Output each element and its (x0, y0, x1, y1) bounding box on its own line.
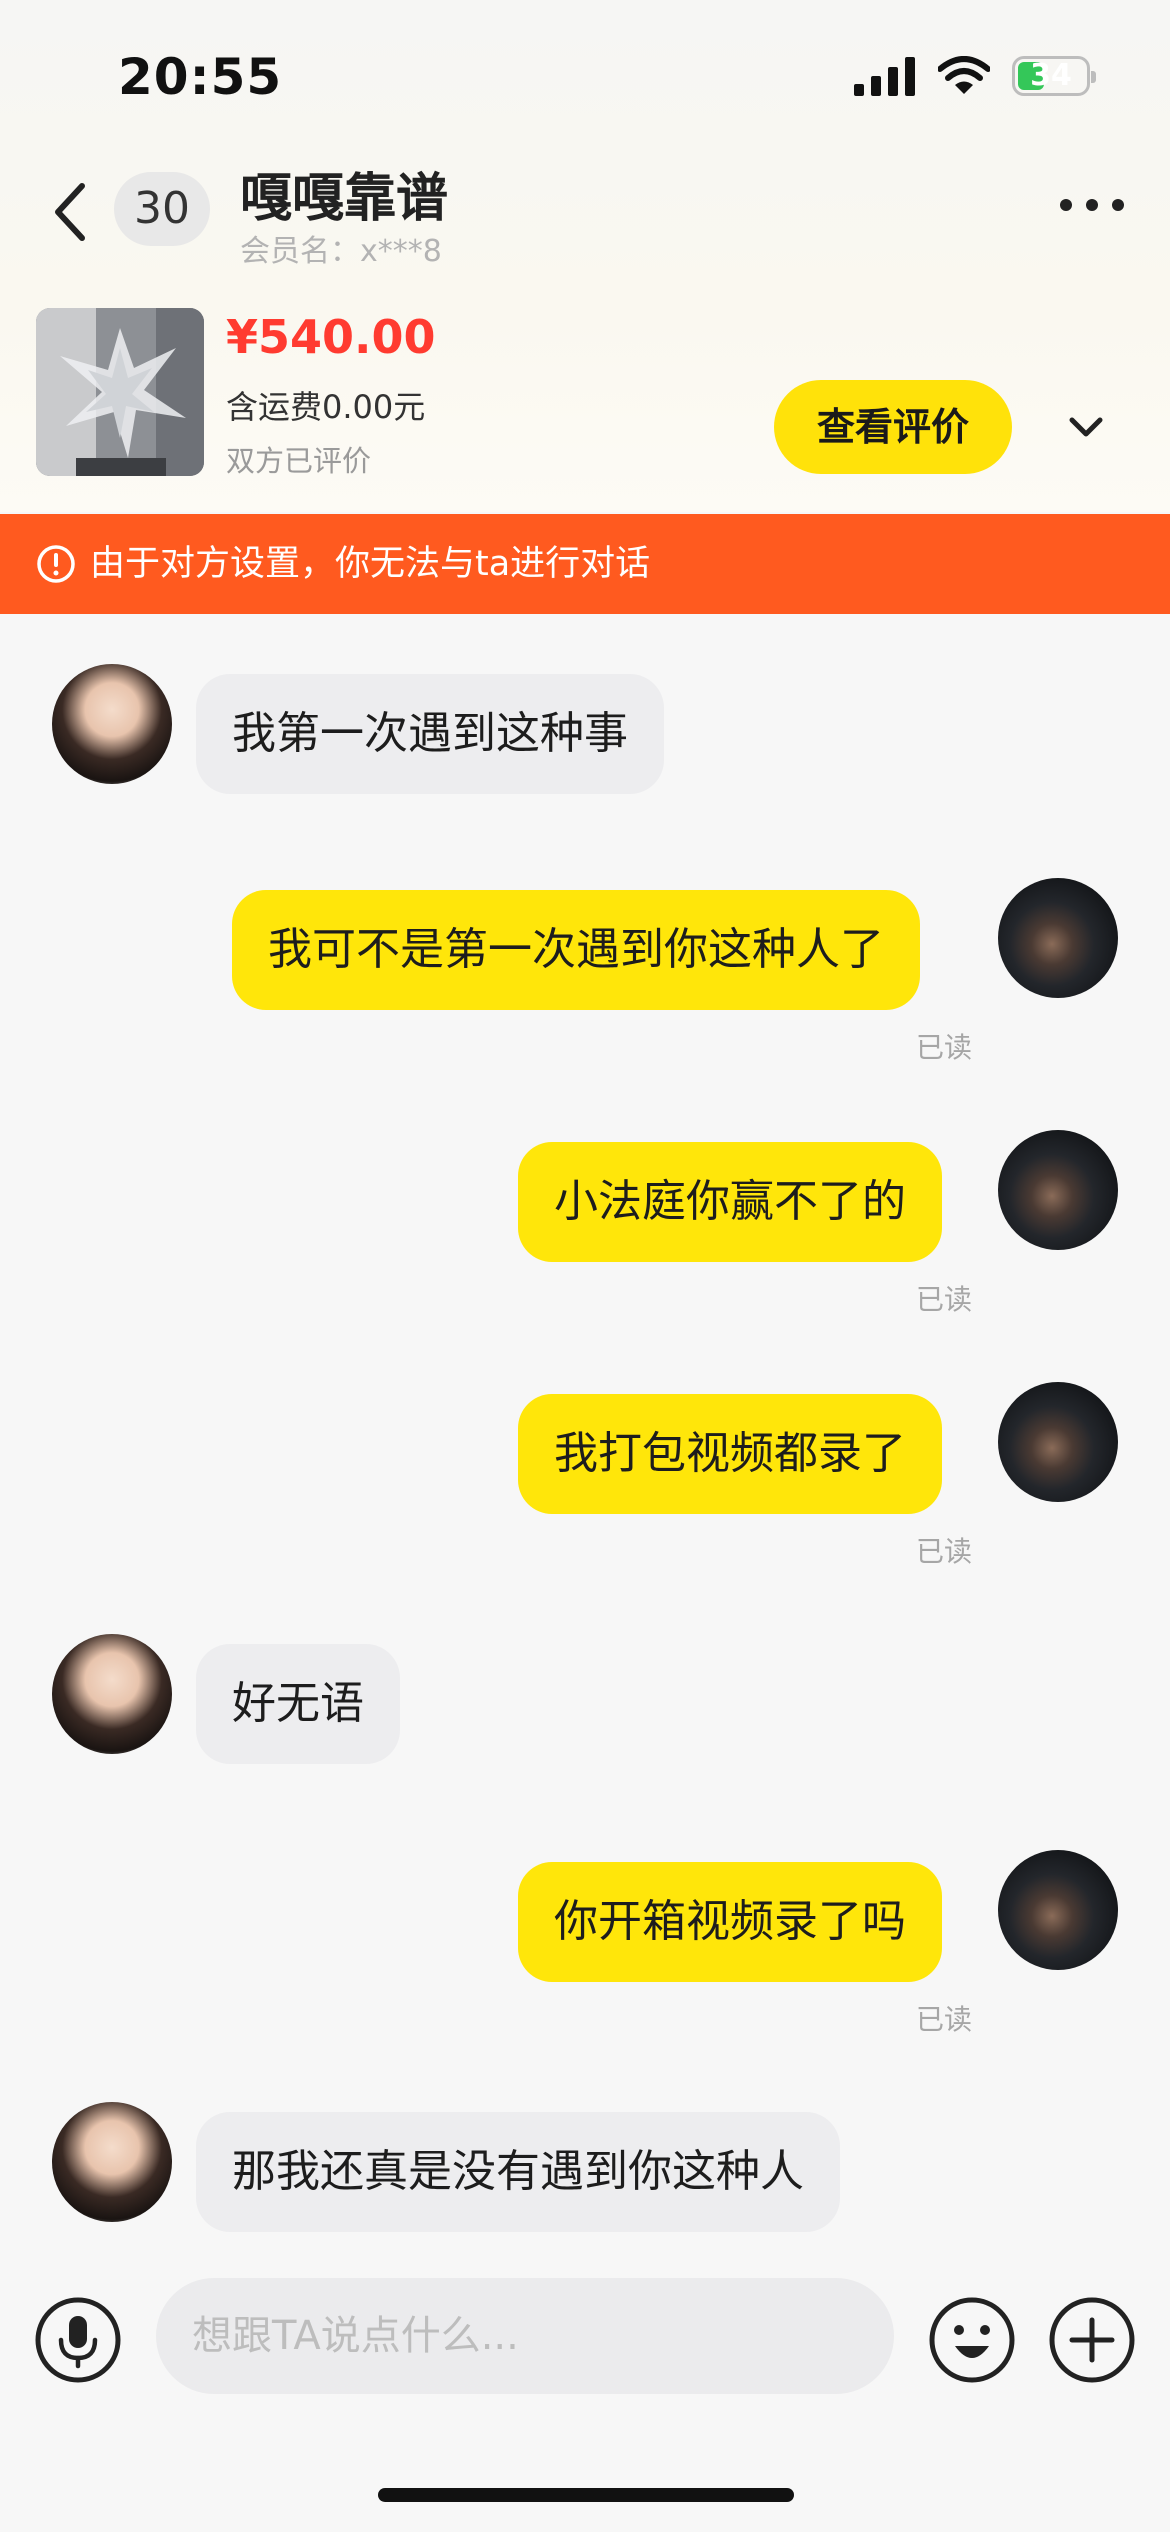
status-icons: 34 (854, 56, 1096, 96)
wifi-icon (938, 56, 990, 94)
message-bubble[interactable]: 那我还真是没有遇到你这种人 (196, 2112, 840, 2232)
status-time: 20:55 (118, 48, 283, 106)
contact-name: 嘎嘎靠谱 (240, 169, 449, 229)
message-list[interactable]: 我第一次遇到这种事 我可不是第一次遇到你这种人了 已读 小法庭你赢不了的 已读 … (0, 614, 1170, 2264)
member-label: 会员名： (240, 234, 360, 269)
home-indicator (378, 2488, 794, 2502)
review-status: 双方已评价 (226, 444, 372, 478)
view-review-button[interactable]: 查看评价 (774, 380, 1012, 474)
product-figure-image (36, 308, 204, 476)
back-arrow-icon[interactable] (46, 178, 94, 246)
chevron-down-icon[interactable] (1066, 412, 1106, 442)
chat-header: 30 嘎嘎靠谱 会员名：x***8 (0, 150, 1170, 280)
member-id: x***8 (360, 234, 442, 269)
user-avatar[interactable] (998, 1850, 1118, 1970)
more-dots-icon[interactable] (1060, 190, 1124, 220)
smiley-icon[interactable] (928, 2296, 1016, 2384)
warning-banner: 由于对方设置，你无法与ta进行对话 (0, 514, 1170, 614)
plus-circle-icon[interactable] (1048, 2296, 1136, 2384)
user-avatar[interactable] (998, 878, 1118, 998)
microphone-icon[interactable] (34, 2296, 122, 2384)
message-bubble[interactable]: 小法庭你赢不了的 (518, 1142, 942, 1262)
message-bubble[interactable]: 我可不是第一次遇到你这种人了 (232, 890, 920, 1010)
product-thumbnail[interactable] (36, 308, 204, 476)
exclamation-circle-icon (37, 545, 75, 583)
more-dot (1086, 199, 1098, 211)
input-bar (0, 2264, 1170, 2532)
battery-icon: 34 (1012, 56, 1096, 96)
chat-screen: 20:55 34 30 嘎嘎靠谱 会员名：x***8 ¥540.00 含运费0.… (0, 0, 1170, 2532)
user-avatar[interactable] (998, 1382, 1118, 1502)
message-bubble[interactable]: 好无语 (196, 1644, 400, 1764)
warning-text: 由于对方设置，你无法与ta进行对话 (90, 544, 651, 584)
product-card[interactable]: ¥540.00 含运费0.00元 双方已评价 查看评价 (0, 300, 1170, 500)
product-price: ¥540.00 (226, 310, 436, 364)
contact-avatar[interactable] (52, 664, 172, 784)
contact-avatar[interactable] (52, 2102, 172, 2222)
read-receipt: 已读 (916, 2003, 973, 2036)
message-bubble[interactable]: 我第一次遇到这种事 (196, 674, 664, 794)
more-dot (1060, 199, 1072, 211)
message-input[interactable] (156, 2278, 894, 2394)
member-info: 会员名：x***8 (240, 226, 442, 270)
message-bubble[interactable]: 你开箱视频录了吗 (518, 1862, 942, 1982)
read-receipt: 已读 (916, 1535, 973, 1568)
cellular-signal-icon (854, 57, 915, 96)
user-avatar[interactable] (998, 1130, 1118, 1250)
unread-count-badge[interactable]: 30 (114, 172, 210, 246)
battery-percent: 34 (1030, 58, 1072, 93)
more-dot (1112, 199, 1124, 211)
read-receipt: 已读 (916, 1283, 973, 1316)
contact-avatar[interactable] (52, 1634, 172, 1754)
product-shipping: 含运费0.00元 (226, 388, 426, 426)
status-bar: 20:55 34 (0, 0, 1170, 150)
read-receipt: 已读 (916, 1031, 973, 1064)
message-bubble[interactable]: 我打包视频都录了 (518, 1394, 942, 1514)
